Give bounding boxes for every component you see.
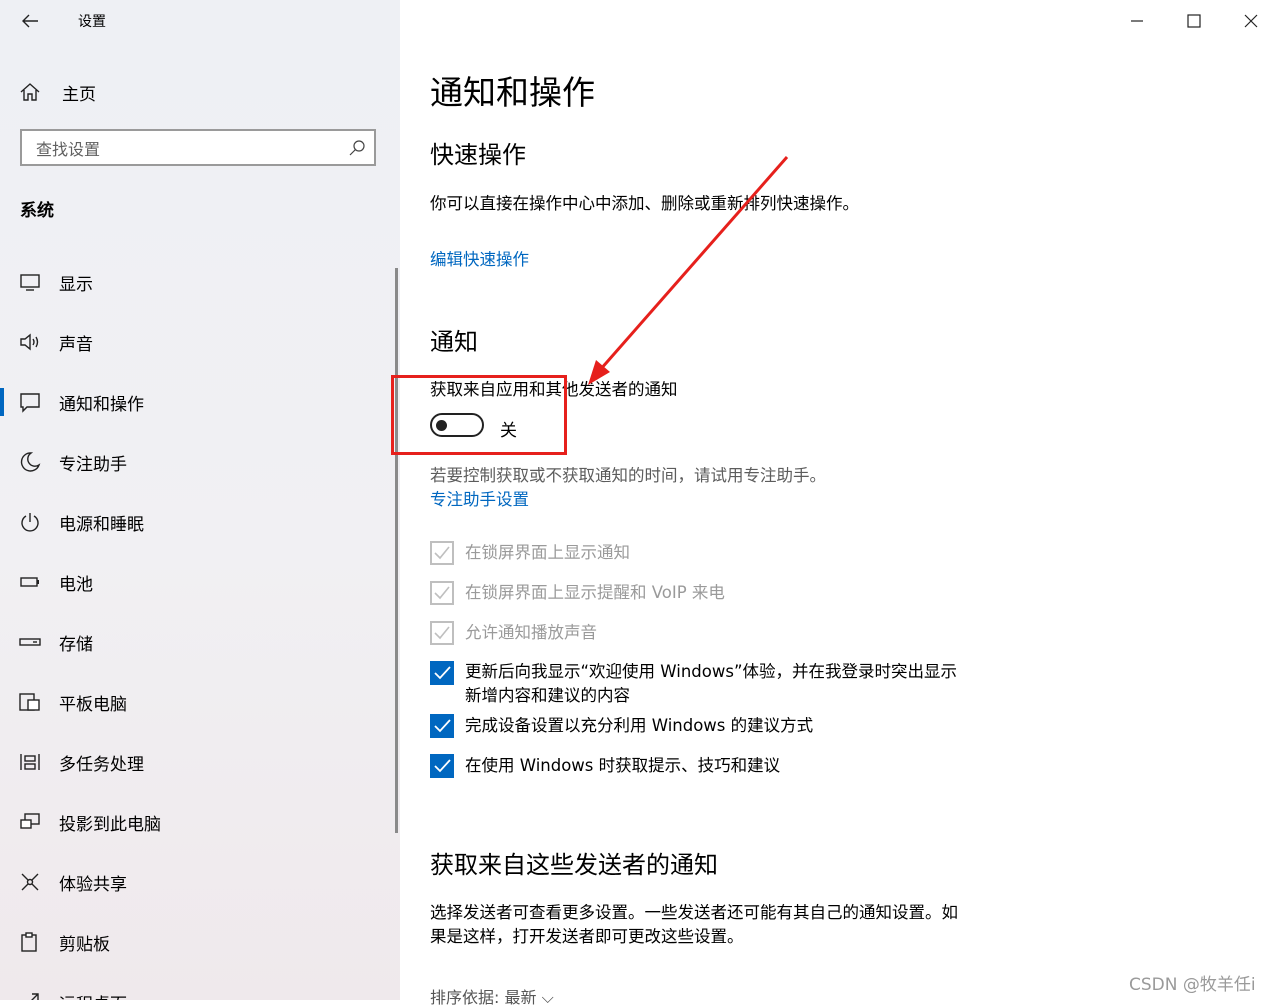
sidebar-item-label: 显示 (59, 274, 93, 295)
sidebar-item-label: 体验共享 (59, 874, 127, 895)
checkbox-label: 更新后向我显示“欢迎使用 Windows”体验，并在我登录时突出显示 (465, 662, 957, 681)
sidebar-scrollbar[interactable] (395, 268, 398, 833)
battery-icon (20, 577, 39, 587)
notifications-heading: 通知 (430, 328, 478, 356)
sidebar-item-sound[interactable]: 声音 (0, 312, 396, 372)
toggle-knob (436, 420, 447, 431)
storage-icon (19, 638, 41, 646)
section-title: 系统 (20, 201, 54, 221)
checkbox-label: 在使用 Windows 时获取提示、技巧和建议 (465, 756, 781, 775)
sidebar-item-label: 通知和操作 (59, 394, 144, 415)
sidebar-item-battery[interactable]: 电池 (0, 552, 396, 612)
focus-hint: 若要控制获取或不获取通知的时间，请试用专注助手。 (430, 466, 826, 485)
sidebar-item-clipboard[interactable]: 剪贴板 (0, 912, 396, 972)
multitasking-icon (20, 754, 40, 770)
checkmark-icon (434, 626, 450, 640)
checkmark-icon (434, 586, 450, 600)
sidebar-item-tablet[interactable]: 平板电脑 (0, 672, 396, 732)
senders-description-line1: 选择发送者可查看更多设置。一些发送者还可能有其自己的通知设置。如 (430, 903, 958, 922)
senders-description-line2: 果是这样，打开发送者即可更改这些设置。 (430, 927, 744, 946)
sidebar-item-notifications[interactable]: 通知和操作 (0, 372, 396, 432)
project-icon (20, 813, 40, 829)
nav-list: 显示 声音 通知和操作 专注助手 电源和睡眠 电池 存储 平板电脑 多任务处理 … (0, 252, 396, 1000)
edit-quick-actions-link[interactable]: 编辑快速操作 (430, 246, 529, 270)
checkbox-label: 在锁屏界面上显示通知 (465, 543, 630, 562)
share-icon (21, 873, 39, 891)
sidebar-item-label: 电池 (59, 574, 93, 595)
sidebar-item-label: 声音 (59, 334, 93, 355)
senders-heading: 获取来自这些发送者的通知 (430, 851, 718, 879)
watermark: CSDN @牧羊任i (1129, 975, 1256, 995)
moon-icon (20, 452, 41, 472)
sidebar-item-label: 投影到此电脑 (59, 814, 161, 835)
tips-checkbox[interactable] (430, 754, 454, 778)
home-nav[interactable]: 主页 (18, 78, 96, 106)
sidebar-item-label: 剪贴板 (59, 934, 110, 955)
notifications-toggle[interactable] (430, 413, 484, 437)
maximize-icon[interactable] (1183, 10, 1205, 32)
close-icon[interactable] (1240, 10, 1262, 32)
sidebar-item-label: 平板电脑 (59, 694, 127, 715)
checkmark-icon (434, 719, 451, 733)
search-input[interactable] (34, 137, 338, 161)
sidebar-item-display[interactable]: 显示 (0, 252, 396, 312)
checkmark-icon (434, 666, 451, 680)
power-icon (21, 513, 39, 532)
sidebar-item-label: 多任务处理 (59, 754, 144, 775)
notifications-toggle-title: 获取来自应用和其他发送者的通知 (430, 380, 678, 399)
sidebar-item-label: 专注助手 (59, 454, 127, 475)
search-icon[interactable] (348, 139, 366, 157)
sort-label: 排序依据: 最新 (430, 988, 537, 1007)
sidebar-item-label: 电源和睡眠 (59, 514, 144, 535)
minimize-icon[interactable] (1126, 10, 1148, 32)
checkmark-icon (434, 759, 451, 773)
tablet-icon (19, 693, 40, 711)
sidebar-item-project[interactable]: 投影到此电脑 (0, 792, 396, 852)
sidebar-item-label: 存储 (59, 634, 93, 655)
display-icon (20, 274, 40, 291)
checkbox-label: 允许通知播放声音 (465, 623, 597, 642)
checkmark-icon (434, 546, 450, 560)
lockscreen-reminders-checkbox[interactable] (430, 581, 454, 605)
sort-dropdown[interactable]: 排序依据: 最新 ⌵ (430, 984, 554, 1008)
chevron-down-icon: ⌵ (541, 988, 554, 1007)
home-label: 主页 (62, 84, 96, 105)
lockscreen-notifications-checkbox[interactable] (430, 541, 454, 565)
welcome-experience-checkbox[interactable] (430, 661, 454, 685)
remote-desktop-icon (31, 993, 39, 1000)
notification-icon (20, 393, 40, 413)
search-box[interactable] (20, 129, 376, 166)
sidebar-item-storage[interactable]: 存储 (0, 612, 396, 672)
notification-sounds-checkbox[interactable] (430, 621, 454, 645)
focus-assist-settings-link[interactable]: 专注助手设置 (430, 486, 529, 510)
device-setup-checkbox[interactable] (430, 714, 454, 738)
home-icon (20, 83, 40, 101)
checkbox-label-line2: 新增内容和建议的内容 (465, 686, 630, 705)
window-title: 设置 (78, 14, 106, 30)
quick-actions-description: 你可以直接在操作中心中添加、删除或重新排列快速操作。 (430, 194, 859, 213)
sidebar-item-power[interactable]: 电源和睡眠 (0, 492, 396, 552)
checkbox-label: 完成设备设置以充分利用 Windows 的建议方式 (465, 716, 814, 735)
sidebar-item-share[interactable]: 体验共享 (0, 852, 396, 912)
sidebar-item-remote-desktop[interactable]: 远程桌面 (0, 972, 396, 1000)
quick-actions-heading: 快速操作 (430, 141, 526, 169)
page-title: 通知和操作 (430, 73, 595, 112)
toggle-state-label: 关 (500, 421, 517, 441)
main-content: 通知和操作 快速操作 你可以直接在操作中心中添加、删除或重新排列快速操作。 编辑… (400, 0, 1280, 1007)
sidebar-item-label: 远程桌面 (59, 990, 127, 1001)
sound-icon (20, 333, 39, 351)
checkbox-label: 在锁屏界面上显示提醒和 VoIP 来电 (465, 583, 725, 602)
back-arrow-icon[interactable] (18, 8, 44, 34)
clipboard-icon (21, 932, 37, 952)
sidebar: 设置 主页 系统 显示 声音 通知和操作 专注助手 (0, 0, 400, 1000)
sidebar-item-multitasking[interactable]: 多任务处理 (0, 732, 396, 792)
sidebar-item-focus-assist[interactable]: 专注助手 (0, 432, 396, 492)
